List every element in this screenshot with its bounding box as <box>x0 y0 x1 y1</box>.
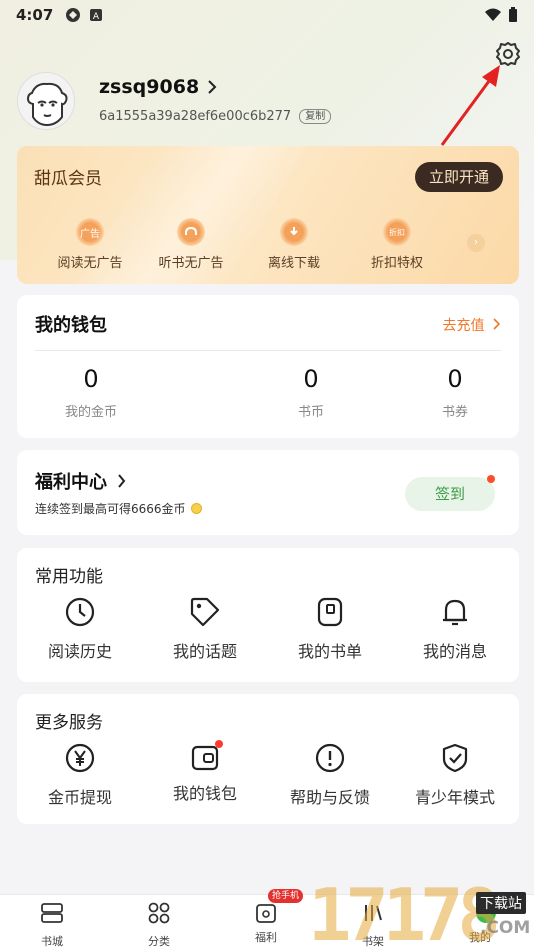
svg-text:A: A <box>93 12 100 22</box>
bookstore-icon <box>41 903 63 923</box>
vip-title: 甜瓜会员 <box>34 169 102 189</box>
chevron-right-icon[interactable]: › <box>467 234 485 252</box>
checkin-button[interactable]: 签到 <box>405 477 495 511</box>
history-icon <box>65 597 95 627</box>
grid-icon <box>148 902 170 924</box>
feature-my-topics[interactable]: 我的话题 <box>150 596 260 662</box>
benefit-audio-ad-free[interactable]: 听书无广告 <box>141 218 241 271</box>
shield-icon <box>442 743 468 773</box>
welfare-description: 连续签到最高可得6666金币 <box>35 502 186 516</box>
discount-icon: 折扣 <box>383 218 411 246</box>
chevron-right-icon[interactable] <box>493 318 501 330</box>
vip-benefits: 广告 阅读无广告 听书无广告 离线下载 折扣 折扣特权 › <box>17 218 519 278</box>
avatar[interactable] <box>17 72 75 130</box>
features-title: 常用功能 <box>35 567 103 587</box>
notification-dot <box>487 475 495 483</box>
service-teen-mode[interactable]: 青少年模式 <box>400 742 510 808</box>
status-time: 4:07 <box>16 6 54 24</box>
wifi-icon <box>485 8 501 21</box>
download-icon <box>280 218 308 246</box>
help-icon <box>315 743 345 773</box>
recharge-link[interactable]: 去充值 <box>443 315 501 335</box>
stat-coins[interactable]: 0 我的金币 <box>21 365 161 420</box>
headphones-icon <box>177 218 205 246</box>
stat-book-vouchers[interactable]: 0 书券 <box>385 365 525 420</box>
wallet-title: 我的钱包 <box>35 315 107 336</box>
feature-my-messages[interactable]: 我的消息 <box>400 596 510 662</box>
feature-reading-history[interactable]: 阅读历史 <box>25 596 135 662</box>
app-notification-icon: A <box>90 9 103 22</box>
profile-section[interactable]: zssq9068 6a1555a39a28ef6e00c6b277 复制 <box>17 72 517 136</box>
bell-icon <box>443 599 467 626</box>
service-my-wallet[interactable]: 我的钱包 <box>150 740 260 804</box>
tag-icon <box>190 597 220 627</box>
yen-icon <box>65 743 95 773</box>
nav-bookstore[interactable]: 书城 <box>22 901 82 949</box>
sheep-avatar-icon <box>18 73 74 129</box>
coin-icon <box>190 503 202 514</box>
service-help-feedback[interactable]: 帮助与反馈 <box>275 742 385 808</box>
copy-id-button[interactable]: 复制 <box>299 109 332 124</box>
divider <box>35 350 501 351</box>
battery-icon <box>509 7 517 22</box>
benefit-discount[interactable]: 折扣 折扣特权 <box>347 218 447 271</box>
service-coin-withdraw[interactable]: 金币提现 <box>25 742 135 808</box>
notification-dot <box>215 740 223 748</box>
gift-wallet-icon <box>256 904 276 923</box>
more-services-card: 更多服务 金币提现 我的钱包 帮助与反馈 青少年模式 <box>17 694 519 824</box>
ad-free-icon: 广告 <box>76 218 104 246</box>
username[interactable]: zssq9068 <box>99 76 199 98</box>
common-features-card: 常用功能 阅读历史 我的话题 我的书单 我的消息 <box>17 548 519 682</box>
sync-icon <box>66 8 81 22</box>
welfare-card[interactable]: 福利中心 连续签到最高可得6666金币 签到 <box>17 450 519 535</box>
user-id: 6a1555a39a28ef6e00c6b277 <box>99 109 292 124</box>
welfare-title[interactable]: 福利中心 <box>35 468 107 494</box>
vip-open-button[interactable]: 立即开通 <box>414 162 503 192</box>
benefit-offline-download[interactable]: 离线下载 <box>244 218 344 271</box>
benefit-ad-free[interactable]: 广告 阅读无广告 <box>40 218 140 271</box>
chevron-right-icon[interactable] <box>117 474 126 488</box>
feature-my-booklists[interactable]: 我的书单 <box>275 596 385 662</box>
services-title: 更多服务 <box>35 713 103 733</box>
wallet-card: 我的钱包 去充值 0 我的金币 0 书币 0 书券 <box>17 295 519 438</box>
booklist-icon <box>317 597 343 627</box>
site-watermark: 17178 下载站 .COM <box>308 873 531 950</box>
vip-membership-card[interactable]: 甜瓜会员 立即开通 广告 阅读无广告 听书无广告 离线下载 折扣 折扣特权 › <box>17 146 519 284</box>
chevron-right-icon[interactable] <box>207 80 217 94</box>
nav-welfare[interactable]: 抢手机 福利 <box>236 889 304 945</box>
stat-book-coins[interactable]: 0 书币 <box>241 365 381 420</box>
nav-badge: 抢手机 <box>268 889 304 903</box>
status-bar: 4:07 A <box>0 0 534 30</box>
nav-categories[interactable]: 分类 <box>129 901 189 949</box>
